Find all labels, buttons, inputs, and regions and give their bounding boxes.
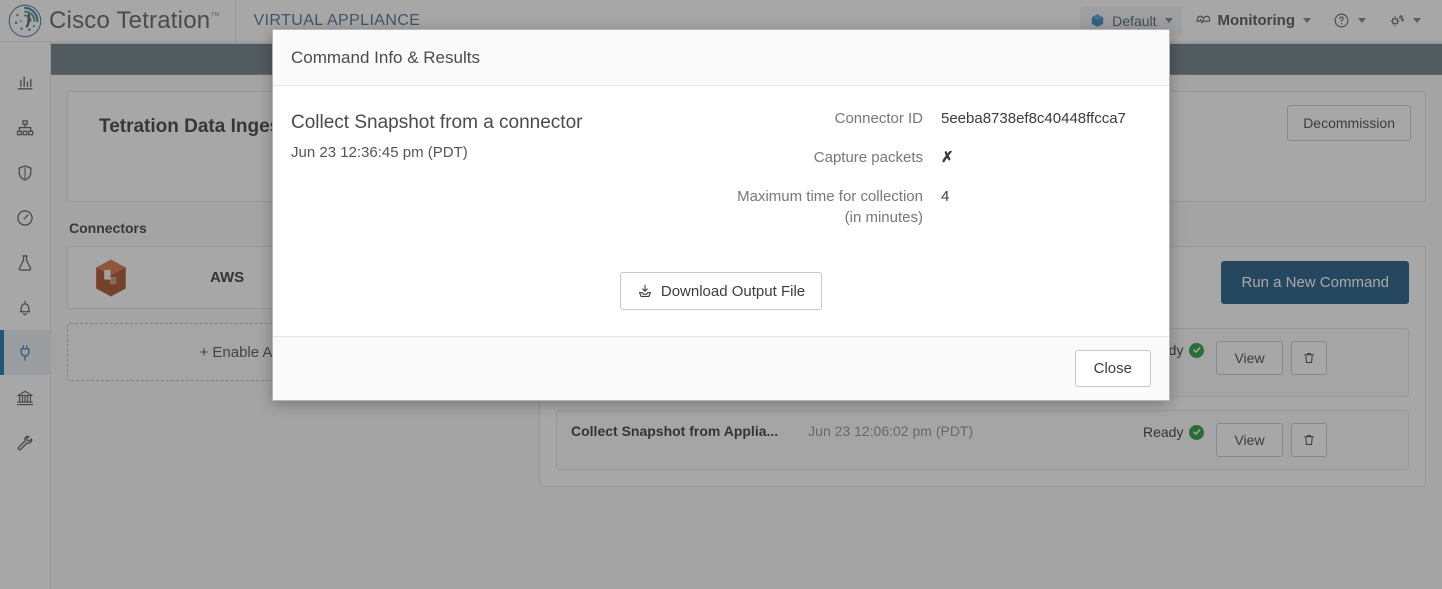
- field-capture-packets: Capture packets ✗: [649, 147, 1151, 169]
- modal-footer: Close: [273, 336, 1169, 400]
- modal-title: Command Info & Results: [291, 47, 480, 67]
- modal-command-name: Collect Snapshot from a connector: [291, 112, 583, 133]
- modal-command-date: Jun 23 12:36:45 pm (PDT): [291, 144, 468, 161]
- modal-command-summary: Collect Snapshot from a connector Jun 23…: [291, 108, 649, 246]
- field-value: 5eeba8738ef8c40448ffcca7: [941, 110, 1126, 127]
- field-label-line-2: (in minutes): [844, 209, 923, 227]
- command-info-modal: Command Info & Results Collect Snapshot …: [272, 29, 1170, 401]
- modal-header: Command Info & Results: [273, 30, 1169, 86]
- field-connector-id: Connector ID 5eeba8738ef8c40448ffcca7: [649, 108, 1151, 130]
- field-label-line-1: Maximum time for collection: [737, 187, 923, 205]
- download-row: Download Output File: [291, 272, 1151, 310]
- field-value: ✗: [941, 148, 954, 166]
- download-tray-icon: [638, 284, 651, 297]
- field-label: Maximum time for collection (in minutes): [649, 186, 941, 230]
- modal-grid: Collect Snapshot from a connector Jun 23…: [291, 108, 1151, 246]
- field-label: Capture packets: [813, 148, 923, 166]
- modal-body: Collect Snapshot from a connector Jun 23…: [273, 86, 1169, 336]
- field-label: Connector ID: [834, 110, 923, 127]
- field-value: 4: [941, 187, 950, 205]
- modal-field-list: Connector ID 5eeba8738ef8c40448ffcca7 Ca…: [649, 108, 1151, 246]
- close-button[interactable]: Close: [1074, 350, 1151, 387]
- field-max-time: Maximum time for collection (in minutes)…: [649, 186, 1151, 230]
- download-output-file-button[interactable]: Download Output File: [619, 272, 823, 310]
- download-output-file-label: Download Output File: [660, 282, 806, 300]
